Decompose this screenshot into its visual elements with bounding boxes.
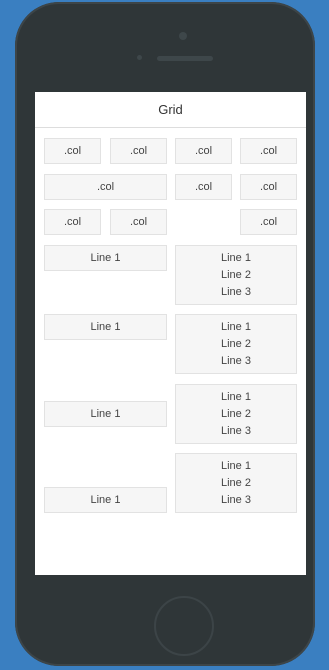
line-cell-right: Line 1 Line 2 Line 3: [175, 245, 297, 305]
home-button[interactable]: [154, 596, 214, 656]
proximity-sensor: [179, 32, 187, 40]
line-cell-right: Line 1 Line 2 Line 3: [175, 453, 297, 513]
grid-col: .col: [240, 138, 297, 164]
page-title: Grid: [35, 92, 306, 128]
line-cell-left: Line 1: [44, 314, 167, 340]
line-cell-right: Line 1 Line 2 Line 3: [175, 384, 297, 444]
line-text: Line 2: [221, 337, 251, 350]
grid-col: .col: [175, 138, 232, 164]
line-text: Line 1: [221, 251, 251, 264]
line-text: Line 2: [221, 268, 251, 281]
grid-col: .col: [44, 138, 101, 164]
line-text: Line 1: [221, 320, 251, 333]
app-screen: Grid .col .col .col .col .col .col .col …: [35, 92, 306, 575]
line-text: Line 1: [221, 459, 251, 472]
line-cell-right: Line 1 Line 2 Line 3: [175, 314, 297, 374]
grid-col: .col: [175, 174, 232, 200]
grid-col: .col: [240, 209, 297, 235]
grid-col: .col: [44, 174, 167, 200]
line-text: Line 3: [221, 424, 251, 437]
earpiece-speaker: [157, 56, 213, 61]
line-text: Line 3: [221, 354, 251, 367]
grid-col: .col: [44, 209, 101, 235]
front-camera: [137, 55, 142, 60]
line-cell-left: Line 1: [44, 487, 167, 513]
line-text: Line 3: [221, 493, 251, 506]
line-text: Line 2: [221, 476, 251, 489]
grid-col: .col: [110, 209, 167, 235]
line-cell-left: Line 1: [44, 245, 167, 271]
line-text: Line 3: [221, 285, 251, 298]
grid-col: .col: [110, 138, 167, 164]
line-text: Line 2: [221, 407, 251, 420]
line-cell-left: Line 1: [44, 401, 167, 427]
line-text: Line 1: [221, 390, 251, 403]
grid-col: .col: [240, 174, 297, 200]
